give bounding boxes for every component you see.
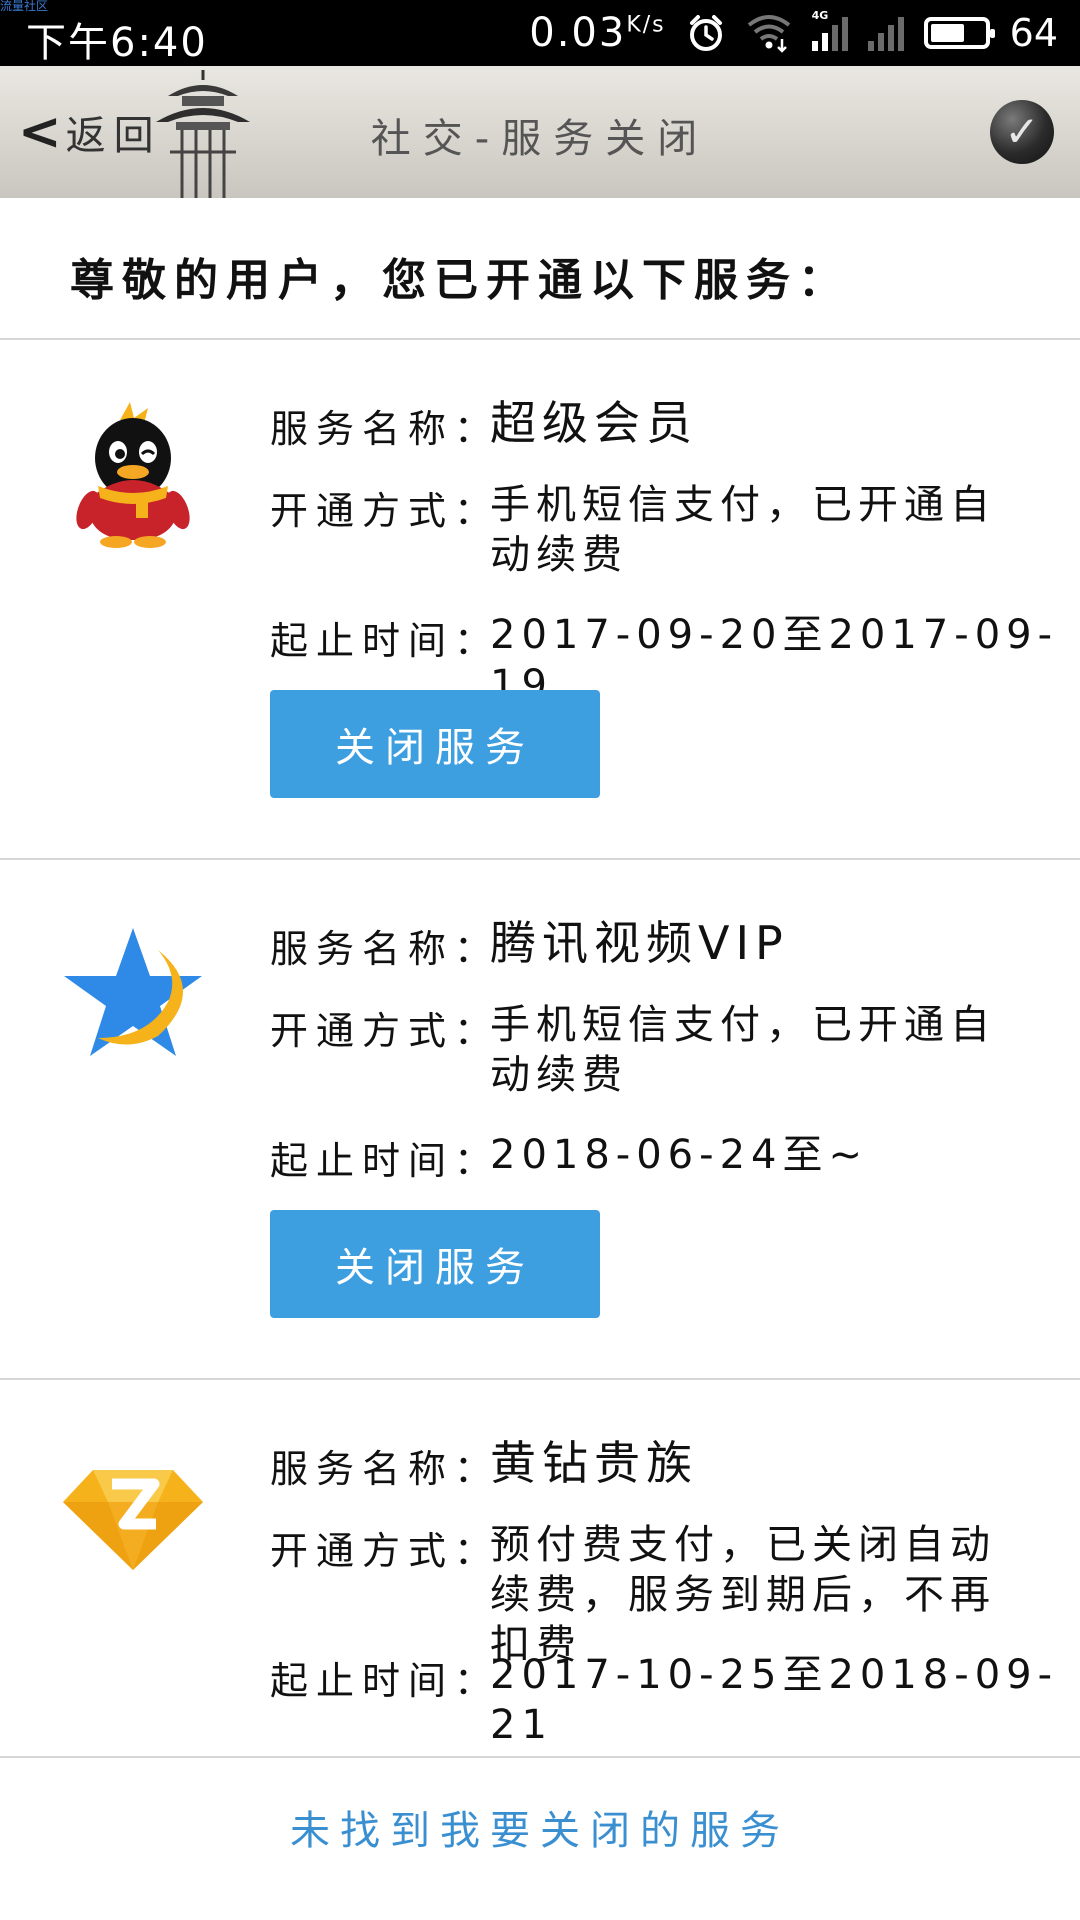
checkmark-icon: ✓ [1004, 107, 1040, 156]
qq-penguin-icon [76, 402, 190, 548]
close-service-button[interactable]: 关闭服务 [270, 1210, 600, 1318]
service-period-row: 起止时间： 2017-10-25至2018-09-21 [270, 1650, 1080, 1750]
network-type: 4G [811, 9, 829, 22]
greeting-text: 尊敬的用户，您已开通以下服务： [70, 255, 850, 306]
service-name-value: 超级会员 [490, 396, 698, 450]
service-period-value: 2018-06-24至~ [490, 1132, 868, 1178]
battery-icon [923, 17, 995, 49]
service-period-label: 起止时间： [270, 1139, 501, 1183]
net-speed: 0.03K/s [529, 10, 665, 56]
confirm-button[interactable]: ✓ [990, 100, 1054, 164]
service-name-label: 服务名称： [270, 927, 501, 971]
service-period-label: 起止时间： [270, 1659, 501, 1703]
service-name-label: 服务名称： [270, 407, 501, 451]
divider [0, 1756, 1080, 1758]
wifi-icon [747, 15, 790, 53]
service-method-label: 开通方式： [270, 1009, 501, 1053]
status-bar: 流量社区 下午6:40 0.03K/s 4G 64 [0, 0, 1080, 66]
service-not-found-link[interactable]: 未找到我要关闭的服务 [0, 1798, 1080, 1856]
service-name-label: 服务名称： [270, 1447, 501, 1491]
net-speed-value: 0.03 [529, 10, 627, 56]
service-card-tencent-video-vip: 服务名称： 腾讯视频VIP 开通方式： 手机短信支付，已开通自动续费 起止时间：… [0, 860, 1080, 1378]
service-method-row: 开通方式： 手机短信支付，已开通自动续费 [270, 1000, 1010, 1100]
service-period-label: 起止时间： [270, 619, 501, 663]
yellow-diamond-icon [63, 1470, 203, 1570]
service-method-label: 开通方式： [270, 1529, 501, 1573]
service-name-row: 服务名称： 黄钻贵族 [270, 1438, 698, 1493]
alarm-icon [689, 15, 722, 51]
service-name-value: 黄钻贵族 [490, 1436, 698, 1490]
net-speed-unit: K/s [626, 12, 666, 38]
service-method-value: 手机短信支付，已开通自动续费 [490, 482, 996, 578]
title-bar: < 返回 社交-服务关闭 ✓ [0, 66, 1080, 198]
battery-percent: 64 [1009, 11, 1058, 55]
service-name-row: 服务名称： 腾讯视频VIP [270, 918, 789, 973]
status-time: 下午6:40 [26, 20, 208, 66]
service-method-value: 手机短信支付，已开通自动续费 [490, 1002, 996, 1098]
battery-level [930, 24, 964, 42]
status-indicators: 0.03K/s 4G 64 [529, 9, 1058, 56]
service-method-label: 开通方式： [270, 489, 501, 533]
page-title: 社交-服务关闭 [370, 116, 710, 162]
tencent-video-star-icon [64, 928, 202, 1056]
service-period-value: 2017-10-25至2018-09-21 [490, 1652, 1059, 1748]
service-method-value: 预付费支付，已关闭自动续费，服务到期后，不再扣费 [490, 1522, 996, 1668]
sim2-signal-icon [867, 15, 904, 51]
mobile-signal-icon: 4G [811, 9, 848, 51]
service-method-row: 开通方式： 预付费支付，已关闭自动续费，服务到期后，不再扣费 [270, 1520, 1010, 1670]
service-period-row: 起止时间： 2018-06-24至~ [270, 1130, 868, 1185]
service-method-row: 开通方式： 手机短信支付，已开通自动续费 [270, 480, 1010, 580]
service-name-row: 服务名称： 超级会员 [270, 398, 698, 453]
close-service-button[interactable]: 关闭服务 [270, 690, 600, 798]
service-name-value: 腾讯视频VIP [490, 916, 789, 970]
service-card-super-member: 服务名称： 超级会员 开通方式： 手机短信支付，已开通自动续费 起止时间： 20… [0, 340, 1080, 858]
